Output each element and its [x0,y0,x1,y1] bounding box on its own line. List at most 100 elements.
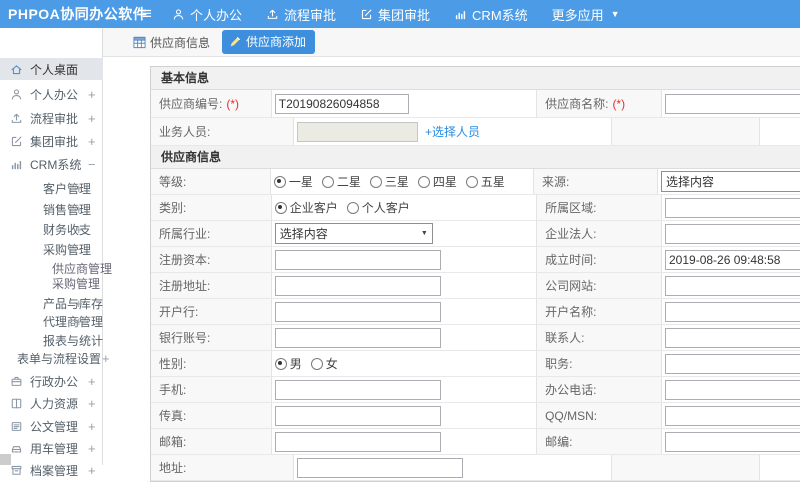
text-input[interactable] [665,197,800,218]
expand-plus-icon[interactable]: + [88,134,96,149]
radio-option[interactable]: 四星 [417,173,457,190]
text-input[interactable] [665,405,800,426]
text-input[interactable] [665,431,800,452]
radio-button[interactable] [274,201,287,214]
radio-button[interactable] [273,175,286,188]
sidebar-item-label: CRM系统 [30,157,82,172]
expand-plus-icon[interactable]: + [75,222,83,237]
text-input[interactable] [274,431,441,452]
collapse-minus-icon[interactable]: − [88,157,96,172]
text-input[interactable] [274,379,441,400]
field-label-cell: 供应商名称: (*) [537,90,662,117]
radio-option[interactable]: 三星 [369,173,409,190]
nav-item-3[interactable]: 集团审批 [360,5,430,24]
radio-button[interactable] [321,175,334,188]
sidebar-item-1[interactable]: 个人桌面 [0,58,103,80]
expand-plus-icon[interactable]: + [88,87,96,102]
sidebar-item-label: 流程审批 [30,111,79,126]
sidebar-item-12[interactable]: 产品与库存 + [0,293,103,313]
nav-item-2[interactable]: 流程审批 [266,5,336,24]
text-input[interactable] [274,249,441,270]
radio-button[interactable] [274,357,287,370]
radio-button[interactable] [369,175,382,188]
field-cell: 选择内容▼ [272,221,538,246]
text-input[interactable] [274,405,441,426]
expand-plus-icon[interactable]: + [88,396,96,411]
radio-button[interactable] [417,175,430,188]
text-input[interactable]: T20190826094858 [274,93,409,114]
sidebar-item-6[interactable]: 客户管理 + [0,178,103,198]
radio-label: 企业客户 [289,201,338,215]
sidebar-item-14[interactable]: 报表与统计 [0,330,103,350]
text-input[interactable] [274,275,441,296]
text-input[interactable] [665,93,800,114]
radio-button[interactable] [465,175,478,188]
expand-plus-icon[interactable]: + [75,202,83,217]
sidebar-item-20[interactable]: 档案管理 + [0,459,103,481]
text-input[interactable] [665,275,800,296]
supplier-form-panel: 基本信息 供应商编号: (*) T20190826094858 供应商名称: (*) 业务人… [150,66,800,482]
sidebar-item-4[interactable]: 集团审批 + [0,130,103,152]
field-cell [662,90,800,117]
select-input[interactable]: 选择内容▼ [274,223,433,244]
expand-plus-icon[interactable]: + [88,419,96,434]
expand-plus-icon[interactable]: + [75,314,83,329]
text-input[interactable] [297,457,463,478]
text-input[interactable] [665,327,800,348]
text-input[interactable] [274,327,441,348]
sidebar-item-17[interactable]: 人力资源 + [0,392,103,414]
sidebar-item-2[interactable]: 个人办公 + [0,83,103,105]
text-input[interactable] [297,121,418,142]
field-cell: +选择人员 [294,118,612,145]
nav-item-5[interactable]: 更多应用 ▼ [552,5,620,24]
radio-option[interactable]: 个人客户 [346,199,410,216]
radio-option[interactable]: 男 [274,355,302,372]
menu-toggle-icon[interactable]: ≡ [142,0,152,27]
radio-option[interactable]: 二星 [321,173,361,190]
text-input[interactable]: 2019-08-26 09:48:58 [665,249,800,270]
select-input[interactable]: 选择内容▼ [661,171,800,192]
text-input[interactable] [274,301,441,322]
expand-plus-icon[interactable]: + [102,351,110,366]
tab-2[interactable]: 供应商添加 [222,30,316,54]
radio-option[interactable]: 女 [310,355,338,372]
text-input[interactable] [665,353,800,374]
radio-option[interactable]: 一星 [273,173,313,190]
sidebar-item-9[interactable]: 采购管理 − [0,239,103,259]
sidebar-item-label: 人力资源 [30,396,79,411]
field-label-cell: 银行账号: [151,325,272,350]
text-input[interactable] [665,223,800,244]
collapse-minus-icon[interactable]: − [75,242,83,257]
text-input[interactable] [665,301,800,322]
sidebar-item-18[interactable]: 公文管理 + [0,415,103,437]
expand-plus-icon[interactable]: + [88,374,96,389]
nav-item-1[interactable]: 个人办公 [172,5,242,24]
sidebar-item-7[interactable]: 销售管理 + [0,199,103,219]
sidebar-item-5[interactable]: CRM系统 − [0,153,103,175]
tab-1[interactable]: 供应商信息 [133,34,210,51]
sidebar-item-3[interactable]: 流程审批 + [0,107,103,129]
expand-plus-icon[interactable]: + [88,111,96,126]
text-input[interactable] [665,379,800,400]
field-cell: 选择内容▼ [658,169,800,194]
sidebar-item-19[interactable]: 用车管理 + [0,437,103,459]
field-cell [662,351,800,376]
sidebar-item-15[interactable]: 表单与流程设置 + [0,348,110,368]
sidebar-item-label: 档案管理 [30,463,79,478]
expand-plus-icon[interactable]: + [75,181,83,196]
sidebar-item-8[interactable]: 财务收支 + [0,219,103,239]
document-icon [10,420,23,433]
sidebar-item-13[interactable]: 代理商管理 + [0,311,103,331]
field-label-cell: 开户行: [151,299,272,324]
radio-button[interactable] [346,201,359,214]
expand-plus-icon[interactable]: + [75,296,83,311]
radio-option[interactable]: 五星 [465,173,505,190]
sidebar-item-16[interactable]: 行政办公 + [0,370,103,392]
sidebar-item-11[interactable]: 采购管理 [0,273,103,293]
radio-button[interactable] [310,357,323,370]
sidebar-item-label: 报表与统计 [43,333,104,348]
radio-option[interactable]: 企业客户 [274,199,338,216]
expand-plus-icon[interactable]: + [88,441,96,456]
select-person-link[interactable]: +选择人员 [425,123,480,140]
nav-item-4[interactable]: CRM系统 [454,5,528,24]
